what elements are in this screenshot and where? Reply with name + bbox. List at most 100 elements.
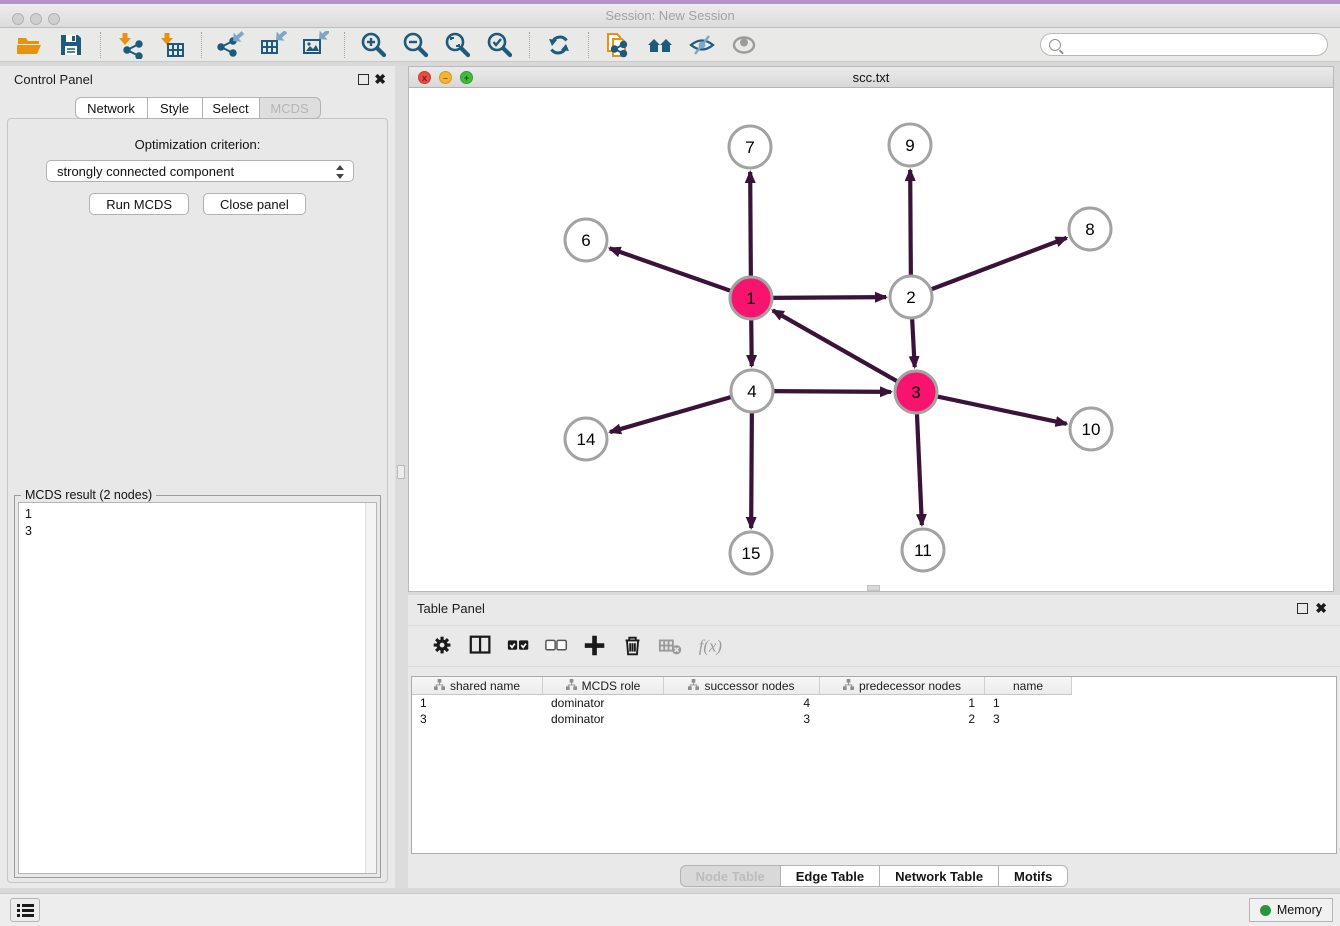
node-3[interactable]: 3 [895, 371, 937, 413]
node-7[interactable]: 7 [729, 126, 771, 168]
export-table-icon[interactable] [258, 30, 288, 60]
edge-2-3[interactable] [912, 316, 915, 367]
node-8[interactable]: 8 [1069, 208, 1111, 250]
import-table-icon[interactable] [157, 30, 187, 60]
delete-table-icon[interactable] [656, 631, 686, 661]
tab-edge-table[interactable]: Edge Table [781, 865, 880, 887]
column-header-name[interactable]: name [985, 677, 1072, 695]
node-11[interactable]: 11 [902, 529, 944, 571]
zoom-out-icon[interactable] [401, 30, 431, 60]
edge-2-9[interactable] [910, 170, 911, 278]
save-icon[interactable] [56, 30, 86, 60]
refresh-icon[interactable] [544, 30, 574, 60]
houses-icon[interactable] [645, 30, 675, 60]
gear-icon[interactable] [428, 631, 458, 661]
tab-style[interactable]: Style [148, 97, 203, 119]
edge-1-4[interactable] [751, 317, 752, 366]
column-header-successor-nodes[interactable]: successor nodes [664, 677, 820, 695]
table-cell[interactable]: 3 [412, 711, 543, 727]
table-row[interactable]: 3dominator323 [412, 711, 1336, 727]
optimization-criterion-value: strongly connected component [57, 164, 234, 179]
node-1[interactable]: 1 [730, 277, 772, 319]
edge-3-1[interactable] [773, 310, 900, 382]
zoom-selected-icon[interactable] [485, 30, 515, 60]
tab-node-table[interactable]: Node Table [680, 865, 781, 887]
table-cell[interactable]: 3 [985, 711, 1072, 727]
horizontal-splitter-grip[interactable] [867, 585, 880, 591]
edge-4-3[interactable] [771, 391, 891, 392]
run-mcds-button[interactable]: Run MCDS [89, 193, 189, 215]
mcds-result-scrollbar[interactable] [365, 503, 376, 873]
split-columns-icon[interactable] [466, 631, 496, 661]
zoom-fit-icon[interactable] [443, 30, 473, 60]
delete-icon[interactable] [618, 631, 648, 661]
table-cell[interactable]: 2 [820, 711, 985, 727]
node-table: shared nameMCDS rolesuccessor nodesprede… [411, 676, 1337, 854]
optimization-criterion-select[interactable]: strongly connected component [46, 160, 354, 182]
table-row[interactable]: 1dominator411 [412, 695, 1336, 711]
edge-1-7[interactable] [750, 172, 751, 279]
eye-icon[interactable] [729, 30, 759, 60]
node-9[interactable]: 9 [889, 124, 931, 166]
node-14[interactable]: 14 [565, 418, 607, 460]
table-cell[interactable]: 4 [664, 695, 820, 711]
toolbar-separator [201, 32, 202, 58]
close-panel-button[interactable]: Close panel [203, 193, 306, 215]
node-label: 15 [742, 544, 761, 563]
edge-2-8[interactable] [929, 238, 1067, 290]
tab-motifs[interactable]: Motifs [999, 865, 1068, 887]
network-canvas[interactable]: 1 2 3 4 6 7 8 9 10 11 14 15 [409, 88, 1333, 591]
open-icon[interactable] [14, 30, 44, 60]
column-header-MCDS-role[interactable]: MCDS role [543, 677, 664, 695]
table-cell[interactable]: dominator [543, 711, 664, 727]
eye-slash-icon[interactable] [687, 30, 717, 60]
select-all-icon[interactable] [504, 631, 534, 661]
search-input[interactable] [1066, 36, 1327, 54]
column-header-predecessor-nodes[interactable]: predecessor nodes [820, 677, 985, 695]
node-4[interactable]: 4 [731, 370, 773, 412]
import-network-icon[interactable] [115, 30, 145, 60]
node-label: 1 [746, 289, 755, 308]
table-cell[interactable]: 1 [985, 695, 1072, 711]
control-panel-float-icon[interactable] [358, 74, 369, 85]
search-field[interactable] [1040, 33, 1328, 56]
node-10[interactable]: 10 [1070, 408, 1112, 450]
column-header-shared-name[interactable]: shared name [412, 677, 543, 695]
tab-network-table[interactable]: Network Table [880, 865, 999, 887]
splitter-grip[interactable] [397, 465, 405, 479]
export-image-icon[interactable] [300, 30, 330, 60]
vertical-splitter[interactable] [395, 66, 408, 888]
tab-network[interactable]: Network [75, 97, 148, 119]
edge-1-2[interactable] [770, 297, 886, 298]
export-network-icon[interactable] [216, 30, 246, 60]
table-cell[interactable]: 1 [820, 695, 985, 711]
table-cell[interactable]: dominator [543, 695, 664, 711]
table-cell[interactable]: 1 [412, 695, 543, 711]
function-icon[interactable]: f(x) [694, 631, 724, 661]
node-15[interactable]: 15 [730, 532, 772, 574]
tab-select[interactable]: Select [203, 97, 260, 119]
tab-mcds[interactable]: MCDS [260, 97, 321, 119]
mcds-result-line: 3 [25, 523, 376, 540]
task-history-button[interactable] [10, 898, 40, 922]
zoom-in-icon[interactable] [359, 30, 389, 60]
node-label: 11 [914, 541, 932, 560]
memory-button[interactable]: Memory [1249, 898, 1333, 922]
edge-1-6[interactable] [610, 248, 733, 291]
edge-3-10[interactable] [935, 396, 1067, 424]
table-cell[interactable]: 3 [664, 711, 820, 727]
table-panel-close-icon[interactable]: ✖ [1315, 600, 1327, 616]
node-2[interactable]: 2 [890, 276, 932, 318]
add-icon[interactable] [580, 631, 610, 661]
node-6[interactable]: 6 [565, 219, 607, 261]
edge-3-11[interactable] [917, 411, 922, 525]
control-panel-close-icon[interactable]: ✖ [374, 71, 386, 87]
node-label: 2 [906, 288, 915, 307]
deselect-all-icon[interactable] [542, 631, 572, 661]
mcds-result-textarea[interactable]: 13 [18, 502, 377, 874]
edge-4-14[interactable] [610, 396, 734, 432]
copy-network-icon[interactable] [603, 30, 633, 60]
edge-4-15[interactable] [751, 410, 752, 528]
node-label: 7 [745, 138, 754, 157]
table-panel-float-icon[interactable] [1297, 603, 1308, 614]
